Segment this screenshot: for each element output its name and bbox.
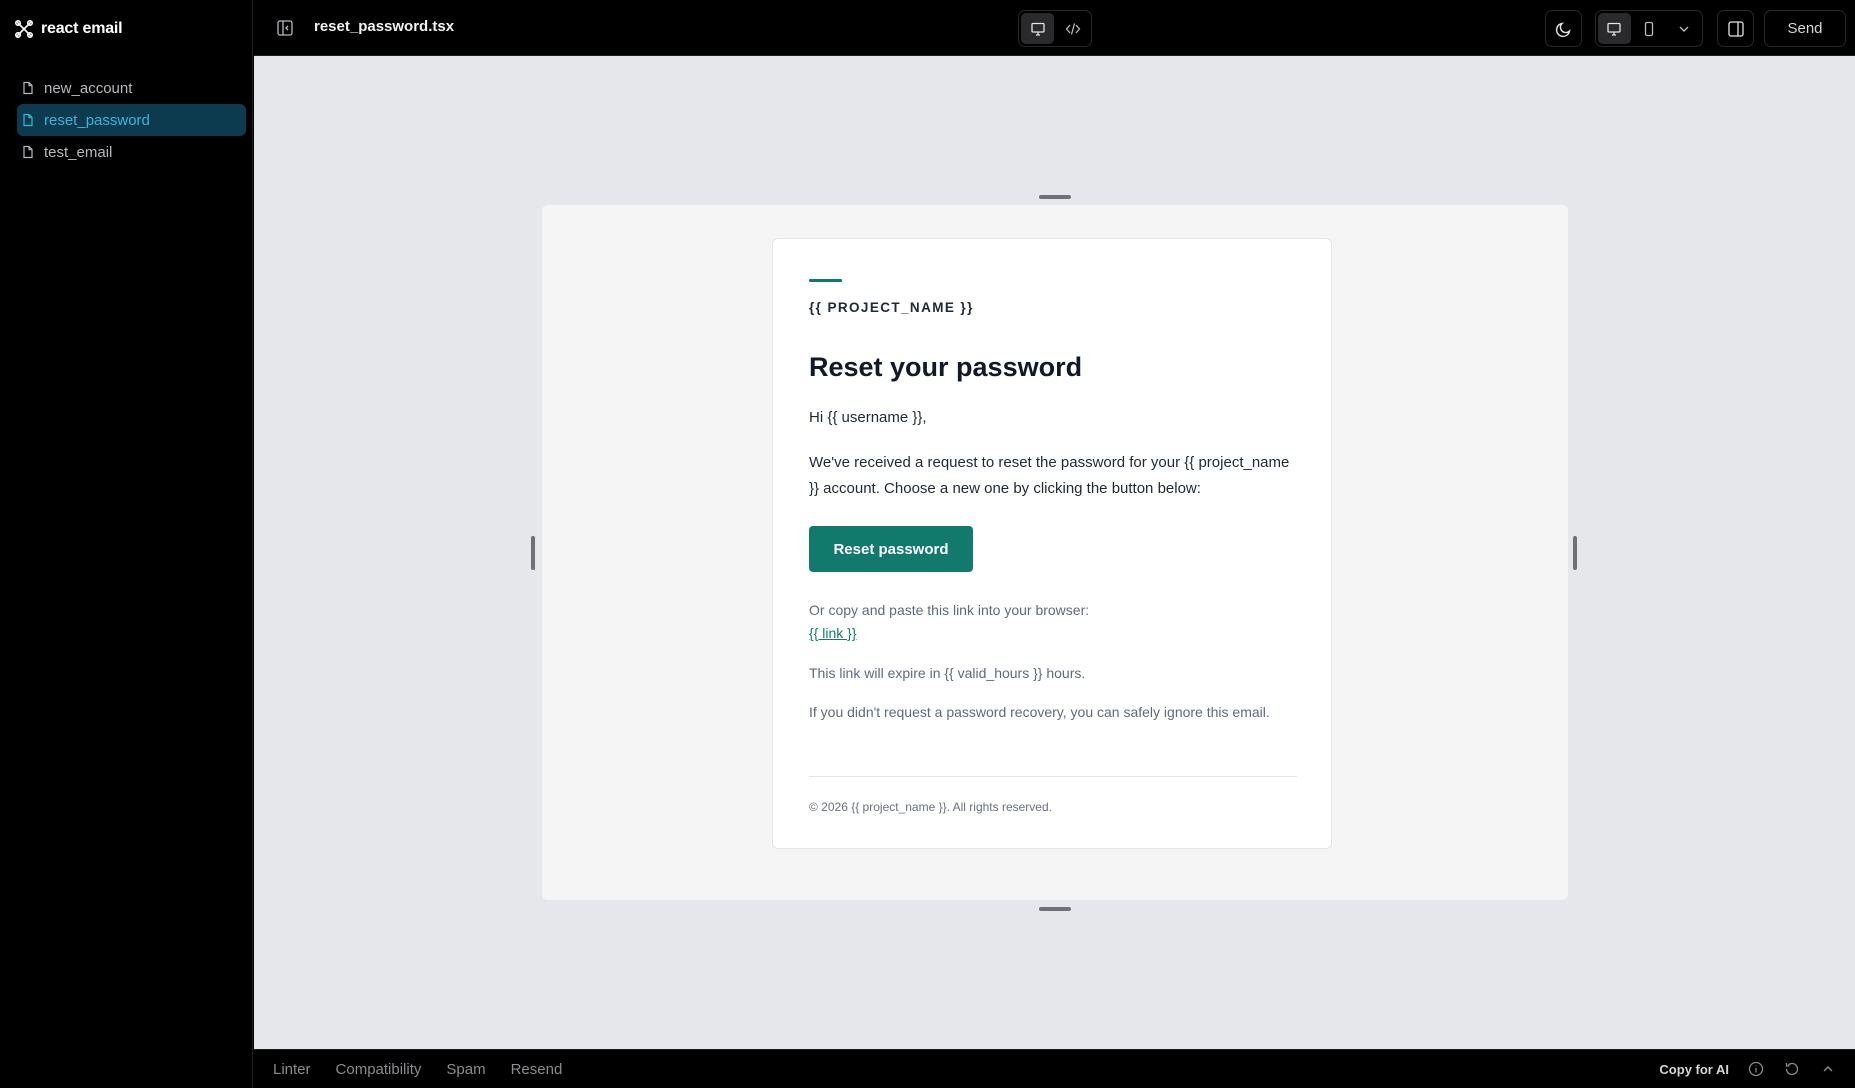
- resize-handle-top[interactable]: [1039, 195, 1071, 199]
- email-card: {{ PROJECT_NAME }} Reset your password H…: [772, 238, 1332, 849]
- resize-handle-bottom[interactable]: [1039, 907, 1071, 911]
- react-email-logo-icon: [14, 19, 34, 39]
- email-footer: © 2026 {{ project_name }}. All rights re…: [809, 800, 1052, 814]
- panel-right-icon: [1727, 20, 1744, 37]
- device-dropdown-button[interactable]: [1667, 13, 1700, 44]
- refresh-icon: [1785, 1062, 1799, 1076]
- bottom-bar: Linter Compatibility Spam Resend Copy fo…: [254, 1049, 1855, 1088]
- mobile-size-button[interactable]: [1633, 13, 1666, 44]
- tab-resend[interactable]: Resend: [511, 1061, 563, 1078]
- sidebar-item-reset-password[interactable]: reset_password: [17, 104, 246, 136]
- file-icon: [23, 113, 33, 127]
- bottom-actions: Copy for AI: [1659, 1060, 1837, 1078]
- sidebar: react email new_account reset_password t…: [0, 0, 253, 1088]
- sidebar-item-label: new_account: [44, 79, 133, 97]
- bottom-tabs: Linter Compatibility Spam Resend: [273, 1061, 562, 1078]
- refresh-button[interactable]: [1783, 1060, 1801, 1078]
- resize-handle-right[interactable]: [1573, 536, 1577, 570]
- moon-icon: [1555, 21, 1571, 37]
- template-list: new_account reset_password test_email: [17, 72, 246, 168]
- chevron-up-icon: [1823, 1066, 1833, 1072]
- accent-bar: [809, 279, 842, 282]
- email-body-text: We've received a request to reset the pa…: [809, 454, 1290, 497]
- sidebar-item-label: test_email: [44, 143, 113, 161]
- sidebar-item-test-email[interactable]: test_email: [17, 136, 246, 168]
- code-mode-button[interactable]: [1056, 13, 1089, 44]
- toggle-sidebar-button[interactable]: [274, 17, 296, 39]
- preview-mode-button[interactable]: [1021, 13, 1054, 44]
- view-mode-toggle: [1018, 10, 1092, 47]
- mobile-icon: [1644, 21, 1654, 36]
- theme-toggle-button[interactable]: [1545, 10, 1582, 47]
- sidebar-item-new-account[interactable]: new_account: [17, 72, 246, 104]
- file-icon: [23, 81, 33, 95]
- email-divider: [809, 776, 1297, 777]
- toggle-panel-button[interactable]: [1717, 10, 1754, 47]
- sidebar-toggle-icon: [277, 20, 293, 36]
- code-icon: [1065, 22, 1080, 35]
- info-button[interactable]: [1747, 1060, 1765, 1078]
- app-name: react email: [41, 20, 123, 37]
- chevron-down-icon: [1679, 26, 1689, 32]
- expand-panel-button[interactable]: [1819, 1060, 1837, 1078]
- email-greeting: Hi {{ username }},: [809, 409, 927, 426]
- resize-handle-left[interactable]: [531, 536, 535, 570]
- reset-password-button[interactable]: Reset password: [809, 526, 973, 572]
- copy-for-ai-button[interactable]: Copy for AI: [1659, 1062, 1729, 1077]
- desktop-size-button[interactable]: [1598, 13, 1631, 44]
- email-heading: Reset your password: [809, 352, 1083, 382]
- tab-linter[interactable]: Linter: [273, 1061, 311, 1078]
- preview-canvas: {{ PROJECT_NAME }} Reset your password H…: [254, 56, 1855, 1049]
- tab-compatibility[interactable]: Compatibility: [336, 1061, 422, 1078]
- email-project-name: {{ PROJECT_NAME }}: [809, 300, 974, 315]
- tab-spam[interactable]: Spam: [446, 1061, 485, 1078]
- email-reset-link[interactable]: {{ link }}: [809, 625, 857, 641]
- email-ignore-text: If you didn't request a password recover…: [809, 704, 1270, 720]
- desktop-icon: [1607, 22, 1621, 36]
- info-icon: [1748, 1061, 1764, 1077]
- sidebar-item-label: reset_password: [44, 111, 150, 129]
- brand[interactable]: react email: [14, 18, 123, 40]
- top-bar: reset_password.tsx Send: [254, 0, 1855, 56]
- send-button[interactable]: Send: [1764, 10, 1846, 47]
- email-copy-link-text: Or copy and paste this link into your br…: [809, 602, 1090, 618]
- email-preview-frame: {{ PROJECT_NAME }} Reset your password H…: [542, 205, 1568, 900]
- desktop-preview-icon: [1030, 22, 1045, 36]
- email-expire-text: This link will expire in {{ valid_hours …: [809, 665, 1086, 681]
- device-size-group: [1595, 10, 1703, 47]
- file-title: reset_password.tsx: [314, 18, 455, 35]
- file-icon: [23, 145, 33, 159]
